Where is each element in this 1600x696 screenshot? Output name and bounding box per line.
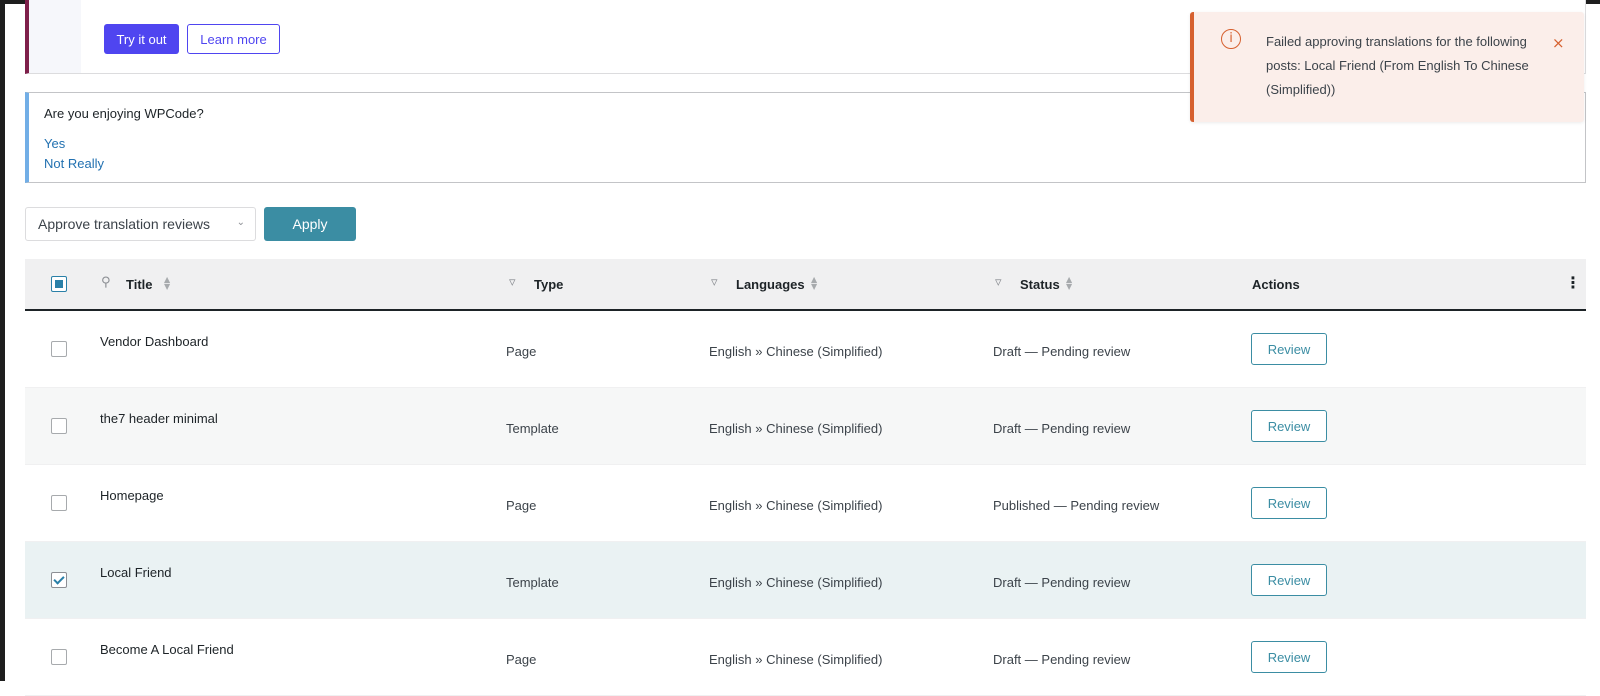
bulk-action-select[interactable]: Approve translation reviews ⌄ [25, 207, 256, 241]
row-checkbox[interactable] [51, 341, 67, 357]
chevron-down-icon: ⌄ [236, 217, 245, 228]
try-it-out-button[interactable]: Try it out [104, 24, 179, 54]
select-all-checkbox[interactable] [51, 276, 67, 292]
column-type-header: Type [534, 277, 564, 292]
wpcode-yes-link[interactable]: Yes [44, 136, 65, 151]
row-status: Draft — Pending review [993, 344, 1131, 359]
filter-icon[interactable]: ▿ [711, 275, 718, 290]
row-status: Draft — Pending review [993, 421, 1131, 436]
table-row: Vendor Dashboard Page English » Chinese … [25, 311, 1586, 388]
wpcode-question: Are you enjoying WPCode? [44, 106, 204, 121]
close-icon[interactable]: × [1552, 34, 1565, 52]
row-status: Draft — Pending review [993, 575, 1131, 590]
table-header: ⚲ Title ▲ ▼ ▿ Type ▿ Languages ▲ ▼ ▿ Statu… [25, 259, 1586, 311]
review-button[interactable]: Review [1251, 564, 1327, 596]
row-checkbox[interactable] [51, 649, 67, 665]
row-title: Homepage [100, 488, 164, 503]
column-languages-header[interactable]: Languages [736, 277, 805, 292]
learn-more-button[interactable]: Learn more [187, 24, 280, 54]
info-circle-icon: i [1221, 29, 1241, 49]
row-type: Template [506, 421, 559, 436]
column-options-icon[interactable]: ⋮ [1565, 273, 1581, 292]
filter-icon[interactable]: ▿ [509, 275, 516, 290]
wpcode-not-really-link[interactable]: Not Really [44, 156, 104, 171]
error-toast: i Failed approving translations for the … [1190, 12, 1584, 122]
review-button[interactable]: Review [1251, 487, 1327, 519]
review-button[interactable]: Review [1251, 333, 1327, 365]
sort-icon[interactable]: ▲ ▼ [811, 276, 817, 291]
row-checkbox[interactable] [51, 495, 67, 511]
apply-button[interactable]: Apply [264, 207, 356, 241]
promo-strip [29, 0, 81, 73]
table-row: the7 header minimal Template English » C… [25, 388, 1586, 465]
row-type: Page [506, 652, 537, 667]
row-type: Template [506, 575, 559, 590]
table-row-selected: Local Friend Template English » Chinese … [25, 542, 1586, 619]
row-title: Become A Local Friend [100, 642, 234, 657]
column-title-header[interactable]: Title [126, 277, 153, 292]
translations-table: ⚲ Title ▲ ▼ ▿ Type ▿ Languages ▲ ▼ ▿ Statu… [25, 259, 1586, 696]
row-checkbox-checked[interactable] [51, 572, 67, 588]
row-languages: English » Chinese (Simplified) [709, 652, 883, 667]
row-languages: English » Chinese (Simplified) [709, 575, 883, 590]
row-checkbox[interactable] [51, 418, 67, 434]
column-actions-header: Actions [1252, 277, 1300, 292]
row-status: Published — Pending review [993, 498, 1160, 513]
row-languages: English » Chinese (Simplified) [709, 344, 883, 359]
sort-icon[interactable]: ▲ ▼ [1066, 276, 1072, 291]
row-status: Draft — Pending review [993, 652, 1131, 667]
row-title: Local Friend [100, 565, 172, 580]
table-row: Homepage Page English » Chinese (Simplif… [25, 465, 1586, 542]
row-languages: English » Chinese (Simplified) [709, 421, 883, 436]
review-button[interactable]: Review [1251, 641, 1327, 673]
review-button[interactable]: Review [1251, 410, 1327, 442]
table-row: Become A Local Friend Page English » Chi… [25, 619, 1586, 696]
row-languages: English » Chinese (Simplified) [709, 498, 883, 513]
row-type: Page [506, 498, 537, 513]
row-title: Vendor Dashboard [100, 334, 209, 349]
column-status-header[interactable]: Status [1020, 277, 1060, 292]
filter-icon[interactable]: ▿ [995, 275, 1002, 290]
window-left-edge [0, 0, 5, 681]
toast-message: Failed approving translations for the fo… [1266, 34, 1529, 97]
row-type: Page [506, 344, 537, 359]
search-icon[interactable]: ⚲ [101, 275, 111, 290]
row-title: the7 header minimal [100, 411, 218, 426]
bulk-action-value: Approve translation reviews [38, 216, 210, 232]
sort-icon[interactable]: ▲ ▼ [164, 276, 170, 291]
